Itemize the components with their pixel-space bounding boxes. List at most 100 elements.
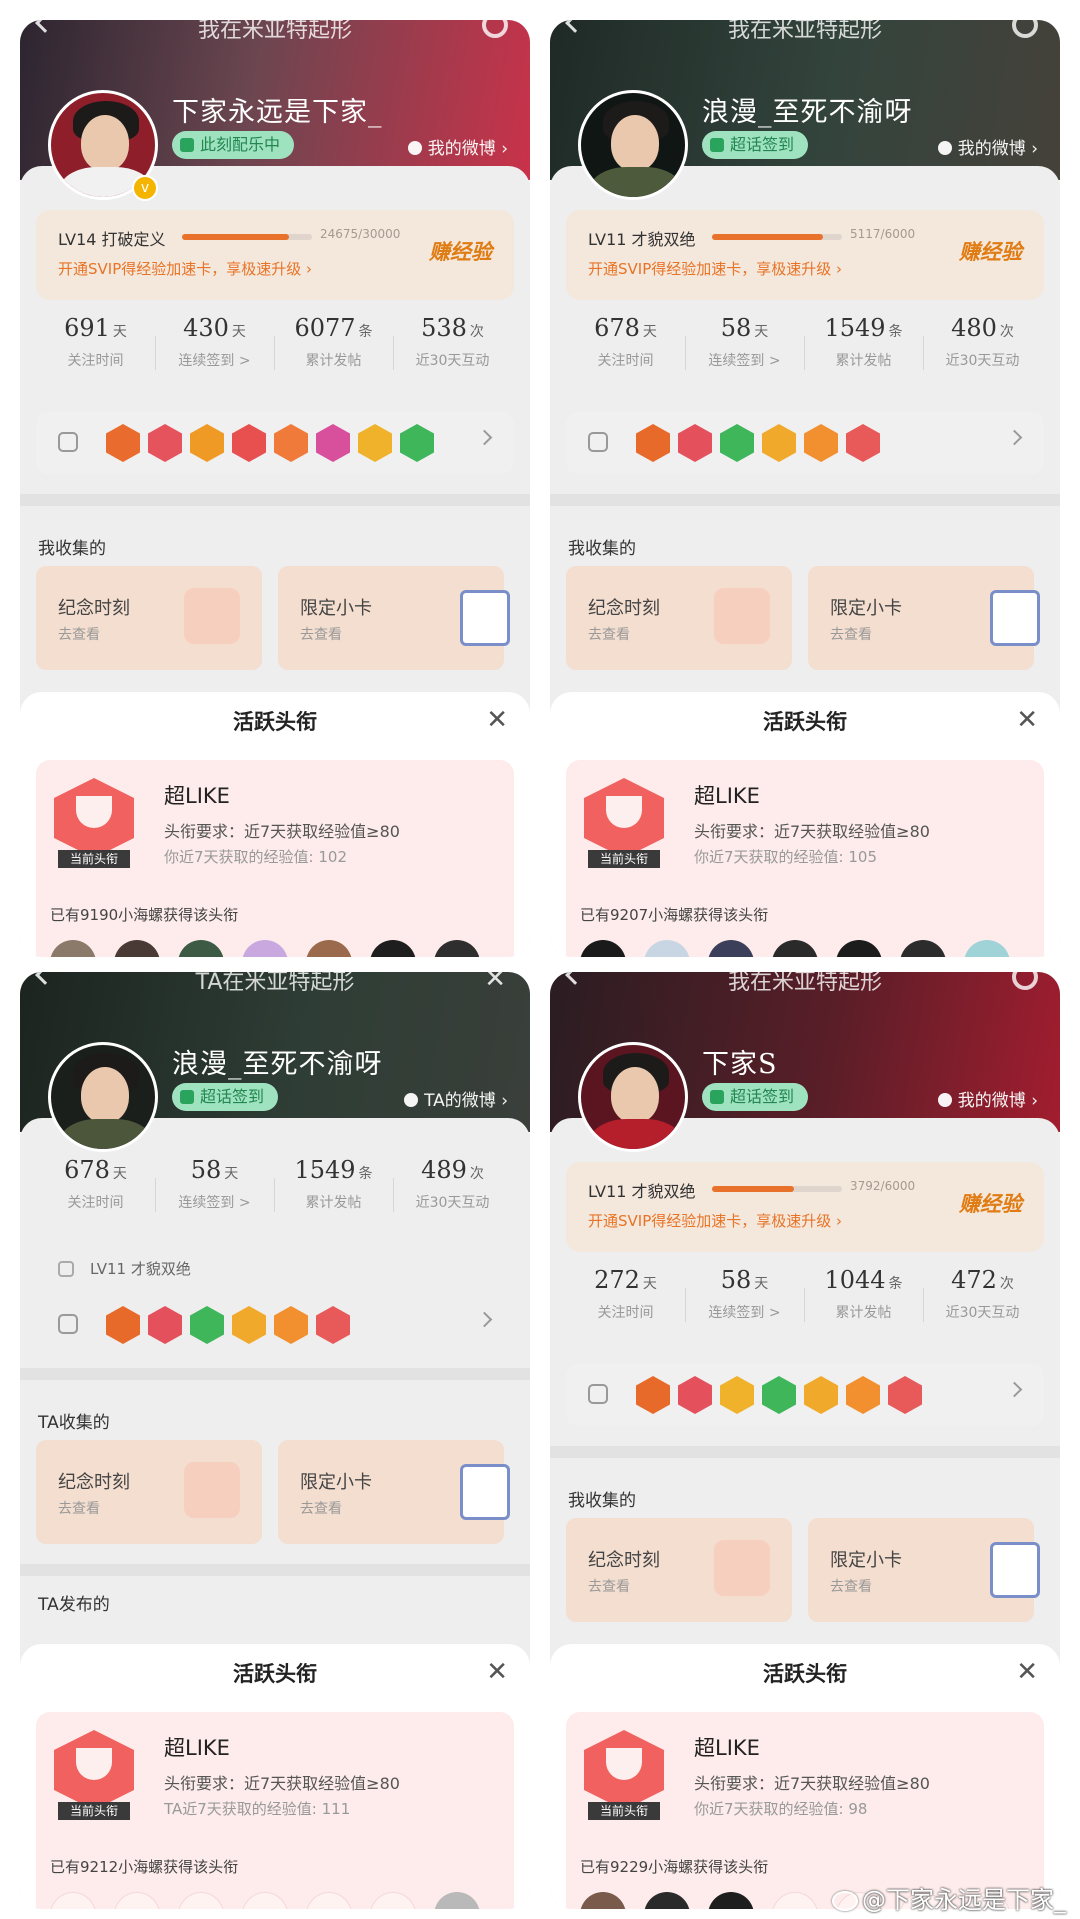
tile-limited-cards[interactable]: 限定小卡 去查看: [278, 1440, 510, 1544]
holder-avatar[interactable]: [644, 940, 690, 957]
weibo-watermark: @下家永远是下家_: [832, 1880, 1066, 1915]
holder-avatar[interactable]: [434, 1892, 480, 1909]
holder-avatar[interactable]: [644, 1892, 690, 1909]
holder-avatar[interactable]: [370, 940, 416, 957]
status-badge[interactable]: 超话签到: [702, 1083, 809, 1111]
level-progress-bar: [712, 234, 842, 240]
close-icon[interactable]: ✕: [486, 1659, 508, 1685]
medal-wall[interactable]: [566, 1364, 1044, 1426]
medal-icon: [762, 424, 796, 462]
holder-avatar[interactable]: [708, 940, 754, 957]
medal-lock-icon: [588, 1384, 608, 1404]
stat-interactions: 472 次近30天互动: [923, 1266, 1042, 1346]
close-icon[interactable]: ✕: [484, 972, 506, 994]
holder-avatar[interactable]: [434, 940, 480, 957]
earn-exp-button[interactable]: 赚经验: [429, 236, 492, 266]
level-name: LV11 才貌双绝: [588, 230, 696, 249]
medal-icon: [888, 1376, 922, 1414]
earn-exp-button[interactable]: 赚经验: [959, 1188, 1022, 1218]
profile-panel-1: 我在米亚特起形 下家永远是下家_ 此刻配乐中 我的微博 › v LV14 打破定…: [20, 20, 530, 957]
medal-wall[interactable]: [566, 412, 1044, 474]
tile-memorial-moments[interactable]: 纪念时刻 去查看: [566, 566, 792, 670]
chevron-right-icon[interactable]: [1006, 429, 1023, 446]
stat-checkin-days[interactable]: 430 天连续签到 >: [155, 314, 274, 394]
level-box[interactable]: LV11 才貌双绝 5117/6000 开通SVIP得经验加速卡，享极速升级 ›…: [566, 210, 1044, 300]
holder-avatar[interactable]: [178, 1892, 224, 1909]
avatar[interactable]: [578, 1042, 688, 1152]
svip-promo-link[interactable]: 开通SVIP得经验加速卡，享极速升级 ›: [58, 258, 312, 279]
holder-avatar[interactable]: [114, 940, 160, 957]
recent-exp: 你近7天获取的经验值: 105: [694, 848, 877, 866]
medal-icon: [762, 1376, 796, 1414]
title-requirement: 头衔要求：近7天获取经验值≥80: [164, 1774, 400, 1793]
medal-wall[interactable]: [36, 412, 514, 474]
holder-avatar[interactable]: [708, 1892, 754, 1909]
weibo-logo-icon: [832, 1891, 858, 1911]
avatar[interactable]: [48, 1042, 158, 1152]
holder-avatar[interactable]: [772, 940, 818, 957]
medal-icon: [274, 424, 308, 462]
holder-avatar[interactable]: [580, 1892, 626, 1909]
holder-avatar[interactable]: [242, 1892, 288, 1909]
medal-wall[interactable]: [36, 1294, 514, 1356]
stat-checkin-days[interactable]: 58 天连续签到 >: [155, 1156, 274, 1236]
level-progress-text: 3792/6000: [850, 1179, 916, 1193]
avatar[interactable]: [578, 90, 688, 200]
level-box[interactable]: LV11 才貌双绝 3792/6000 开通SVIP得经验加速卡，享极速升级 ›…: [566, 1162, 1044, 1252]
chevron-right-icon[interactable]: [476, 1311, 493, 1328]
collection-title: 我收集的: [568, 539, 636, 559]
status-badge[interactable]: 超话签到: [702, 131, 809, 159]
weibo-link[interactable]: 我的微博 ›: [407, 134, 508, 159]
holder-avatar[interactable]: [772, 1892, 818, 1909]
close-icon[interactable]: ✕: [1016, 707, 1038, 733]
status-badge[interactable]: 超话签到: [172, 1083, 279, 1111]
stats-row: 678 天关注时间 58 天连续签到 > 1549 条累计发帖 489 次近30天互动: [36, 1156, 514, 1236]
tile-memorial-moments[interactable]: 纪念时刻 去查看: [36, 1440, 262, 1544]
holder-avatars: [50, 1892, 498, 1909]
holder-avatar[interactable]: [50, 940, 96, 957]
holder-avatar[interactable]: [964, 940, 1010, 957]
stat-checkin-days[interactable]: 58 天连续签到 >: [685, 1266, 804, 1346]
tile-limited-cards[interactable]: 限定小卡 去查看: [808, 566, 1040, 670]
tile-limited-cards[interactable]: 限定小卡 去查看: [278, 566, 510, 670]
stat-posts: 1044 条累计发帖: [804, 1266, 923, 1346]
medal-icon: [232, 1306, 266, 1344]
holder-avatar[interactable]: [370, 1892, 416, 1909]
stat-follow-days: 272 天关注时间: [594, 1266, 657, 1321]
chevron-right-icon[interactable]: [1006, 1381, 1023, 1398]
holder-avatar[interactable]: [306, 1892, 352, 1909]
title-card: 当前头衔 超LIKE 头衔要求：近7天获取经验值≥80 TA近7天获取的经验值:…: [36, 1712, 514, 1909]
tile-memorial-moments[interactable]: 纪念时刻 去查看: [566, 1518, 792, 1622]
tile-memorial-moments[interactable]: 纪念时刻 去查看: [36, 566, 262, 670]
level-box[interactable]: LV14 打破定义 24675/30000 开通SVIP得经验加速卡，享极速升级…: [36, 210, 514, 300]
holder-avatar[interactable]: [50, 1892, 96, 1909]
check-icon: [180, 1090, 194, 1104]
holder-avatar[interactable]: [178, 940, 224, 957]
weibo-link[interactable]: TA的微博 ›: [404, 1086, 508, 1111]
check-icon: [710, 1090, 724, 1104]
recent-exp: 你近7天获取的经验值: 98: [694, 1800, 868, 1818]
holder-avatar[interactable]: [114, 1892, 160, 1909]
holder-avatar[interactable]: [836, 940, 882, 957]
tile-limited-cards[interactable]: 限定小卡 去查看: [808, 1518, 1040, 1622]
earn-exp-button[interactable]: 赚经验: [959, 236, 1022, 266]
holder-avatar[interactable]: [306, 940, 352, 957]
stat-checkin-days[interactable]: 58 天连续签到 >: [685, 314, 804, 394]
holder-avatar[interactable]: [900, 940, 946, 957]
sheet-title: 活跃头衔: [233, 1662, 317, 1686]
sheet-title: 活跃头衔: [763, 710, 847, 734]
chevron-right-icon[interactable]: [476, 429, 493, 446]
weibo-link[interactable]: 我的微博 ›: [937, 134, 1038, 159]
holder-avatar[interactable]: [242, 940, 288, 957]
holder-avatars: [50, 940, 498, 957]
svip-promo-link[interactable]: 开通SVIP得经验加速卡，享极速升级 ›: [588, 1210, 842, 1231]
medal-lock-icon: [58, 1314, 78, 1334]
current-title-ribbon: 当前头衔: [588, 850, 660, 868]
status-badge[interactable]: 此刻配乐中: [172, 131, 295, 159]
weibo-link[interactable]: 我的微博 ›: [937, 1086, 1038, 1111]
medal-list: [106, 1306, 358, 1346]
close-icon[interactable]: ✕: [1016, 1659, 1038, 1685]
close-icon[interactable]: ✕: [486, 707, 508, 733]
svip-promo-link[interactable]: 开通SVIP得经验加速卡，享极速升级 ›: [588, 258, 842, 279]
holder-avatar[interactable]: [580, 940, 626, 957]
